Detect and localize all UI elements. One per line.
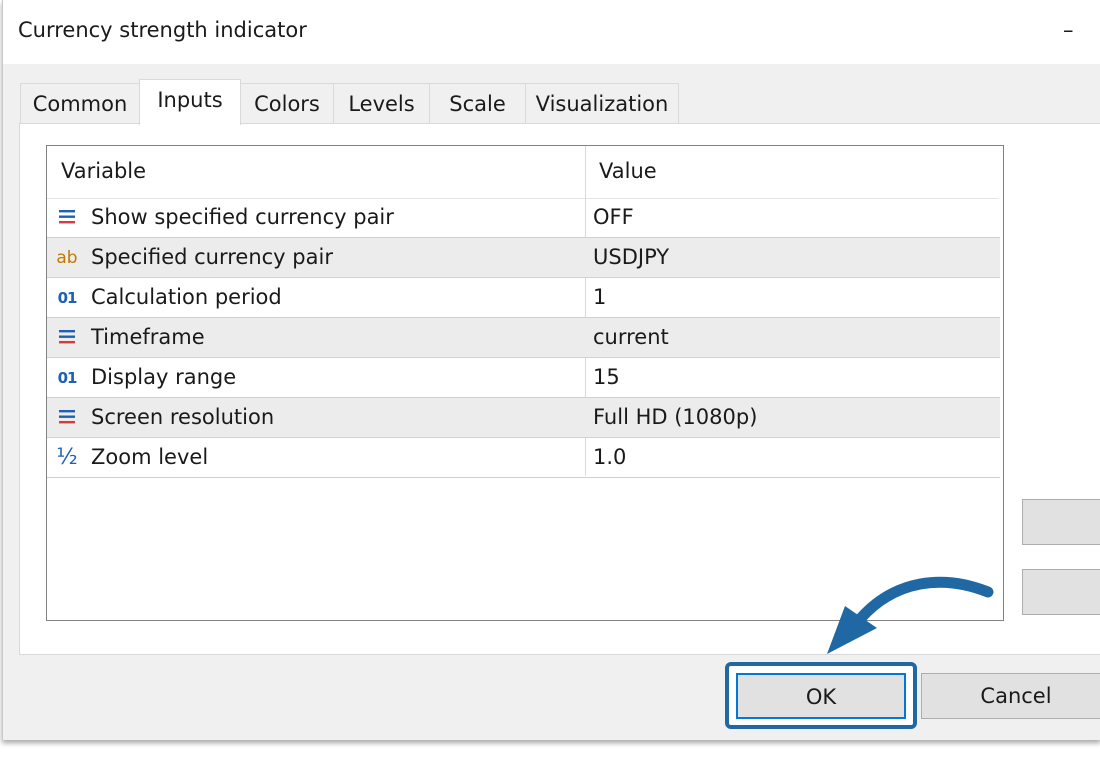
grid-header: Variable Value: [47, 146, 999, 199]
tab-scale[interactable]: Scale: [429, 83, 526, 123]
table-row[interactable]: ½ Zoom level 1.0: [47, 438, 1000, 478]
row-value[interactable]: current: [593, 325, 669, 349]
row-value[interactable]: 15: [593, 365, 620, 389]
cancel-button[interactable]: Cancel: [921, 673, 1100, 719]
table-row[interactable]: Screen resolution Full HD (1080p): [47, 398, 1000, 438]
load-button[interactable]: [1022, 499, 1100, 545]
enum-list-icon: [55, 406, 79, 430]
ok-button[interactable]: OK: [736, 673, 906, 719]
row-variable-name: Specified currency pair: [91, 245, 333, 269]
integer-01-icon: 01: [57, 289, 78, 307]
row-value[interactable]: 1.0: [593, 445, 626, 469]
tab-common[interactable]: Common: [20, 83, 140, 123]
row-variable-name: Display range: [91, 365, 237, 389]
tab-visualization[interactable]: Visualization: [525, 83, 679, 123]
fraction-half-icon: ½: [56, 445, 78, 470]
column-header-value[interactable]: Value: [599, 159, 657, 183]
save-button[interactable]: [1022, 569, 1100, 615]
row-variable-name: Timeframe: [91, 325, 205, 349]
row-value[interactable]: Full HD (1080p): [593, 405, 757, 429]
table-row[interactable]: ab Specified currency pair USDJPY: [47, 238, 1000, 278]
minimize-icon[interactable]: –: [1063, 18, 1074, 42]
enum-list-icon: [55, 326, 79, 350]
row-variable-name: Zoom level: [91, 445, 209, 469]
row-value[interactable]: USDJPY: [593, 245, 669, 269]
window-title: Currency strength indicator: [18, 18, 307, 42]
table-row[interactable]: Timeframe current: [47, 318, 1000, 358]
row-variable-name: Calculation period: [91, 285, 282, 309]
string-ab-icon: ab: [56, 248, 78, 268]
table-row[interactable]: 01 Calculation period 1: [47, 278, 1000, 318]
row-variable-name: Show specified currency pair: [91, 205, 394, 229]
table-row[interactable]: 01 Display range 15: [47, 358, 1000, 398]
row-value[interactable]: OFF: [593, 205, 634, 229]
row-variable-name: Screen resolution: [91, 405, 275, 429]
dialog-window: Currency strength indicator – Common Inp…: [2, 0, 1100, 740]
title-bar: Currency strength indicator –: [3, 0, 1100, 64]
integer-01-icon: 01: [57, 369, 78, 387]
table-row[interactable]: Show specified currency pair OFF: [47, 198, 1000, 238]
pointer-arrow-icon: [827, 576, 994, 654]
column-header-variable[interactable]: Variable: [61, 159, 146, 183]
tab-inputs[interactable]: Inputs: [139, 79, 241, 125]
tab-colors[interactable]: Colors: [240, 83, 334, 123]
row-value[interactable]: 1: [593, 285, 606, 309]
inputs-grid: Variable Value Show specified currency p…: [46, 145, 1004, 621]
tab-bar: Common Inputs Colors Levels Scale Visual…: [20, 79, 700, 125]
tab-levels[interactable]: Levels: [333, 83, 430, 123]
enum-list-icon: [55, 206, 79, 230]
